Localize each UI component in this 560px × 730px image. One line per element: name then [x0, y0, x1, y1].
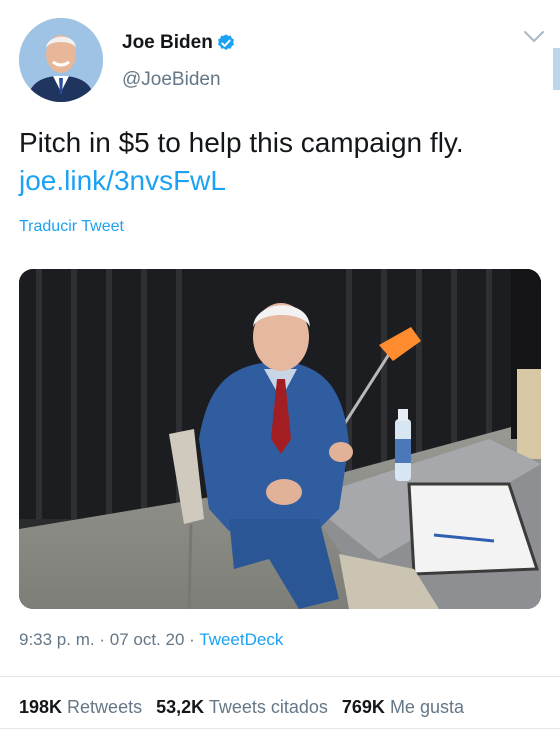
divider — [0, 728, 560, 729]
meta-separator: · — [99, 630, 106, 649]
likes-stat[interactable]: 769K Me gusta — [342, 697, 464, 717]
translate-tweet-link[interactable]: Traducir Tweet — [19, 218, 124, 236]
divider — [0, 676, 560, 677]
quotes-count: 53,2K — [156, 697, 205, 717]
meta-separator: · — [189, 630, 195, 649]
likes-label: Me gusta — [389, 697, 464, 717]
tweet-link[interactable]: joe.link/3nvsFwL — [19, 162, 539, 200]
tweet-media-photo[interactable] — [19, 269, 541, 609]
tweet-text: Pitch in $5 to help this campaign fly. — [19, 127, 464, 158]
tweet-time[interactable]: 9:33 p. m. — [19, 630, 95, 649]
tweet-timestamp: 9:33 p. m. · 07 oct. 20 · TweetDeck — [19, 630, 283, 650]
tweet-stats: 198K Retweets 53,2K Tweets citados 769K Me… — [19, 697, 464, 718]
chevron-down-icon[interactable] — [523, 30, 545, 44]
scrollbar[interactable] — [553, 48, 560, 90]
quotes-stat[interactable]: 53,2K Tweets citados — [156, 697, 328, 717]
profile-photo-icon — [19, 18, 103, 102]
likes-count: 769K — [341, 697, 385, 717]
author-handle[interactable]: @JoeBiden — [122, 69, 221, 91]
avatar[interactable] — [19, 18, 103, 102]
quotes-label: Tweets citados — [208, 697, 328, 717]
tweet-source[interactable]: TweetDeck — [199, 630, 283, 649]
retweets-stat[interactable]: 198K Retweets — [19, 697, 142, 717]
retweets-count: 198K — [19, 697, 63, 717]
author-name[interactable]: Joe Biden — [122, 32, 213, 54]
photo-image — [19, 269, 541, 609]
verified-badge-icon — [218, 34, 234, 51]
retweets-label: Retweets — [67, 697, 143, 717]
tweet-body: Pitch in $5 to help this campaign fly. j… — [19, 124, 539, 200]
tweet-date[interactable]: 07 oct. 20 — [110, 630, 185, 649]
